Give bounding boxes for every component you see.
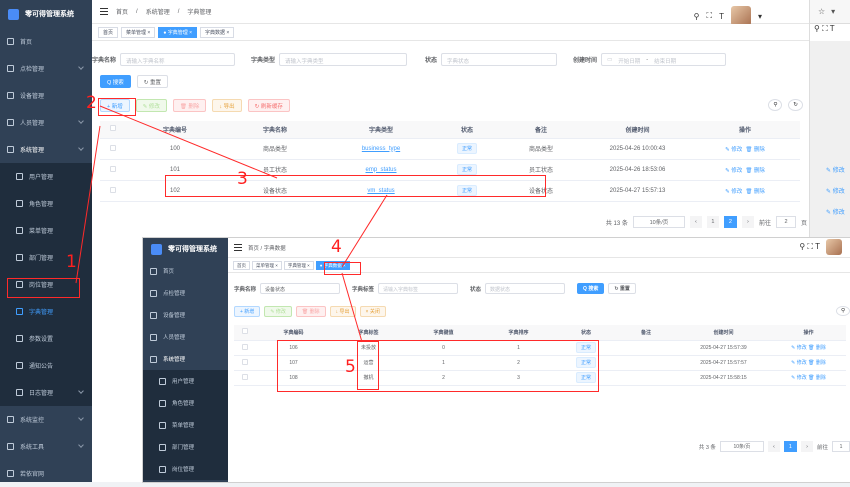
annotation-number-4: 4 bbox=[331, 237, 342, 257]
arrow-3-to-4 bbox=[341, 194, 388, 268]
annotation-box-data-rows bbox=[277, 340, 599, 392]
arrow-2-to-3 bbox=[99, 105, 278, 179]
annotation-number-1: 1 bbox=[66, 252, 77, 272]
arrow-4-to-5 bbox=[341, 272, 363, 343]
annotation-number-3: 3 bbox=[237, 169, 248, 189]
arrow-1-to-2 bbox=[75, 125, 101, 284]
annotation-box-dict-menu bbox=[7, 278, 80, 298]
annotation-number-2: 2 bbox=[86, 93, 97, 113]
annotation-layer bbox=[75, 105, 388, 343]
annotation-box-add-button bbox=[98, 98, 136, 116]
annotation-box-dict-data-tab bbox=[324, 262, 361, 275]
annotation-box-label-column bbox=[357, 341, 379, 390]
annotation-number-5: 5 bbox=[345, 357, 356, 377]
annotation-box-device-status-row bbox=[165, 175, 546, 197]
